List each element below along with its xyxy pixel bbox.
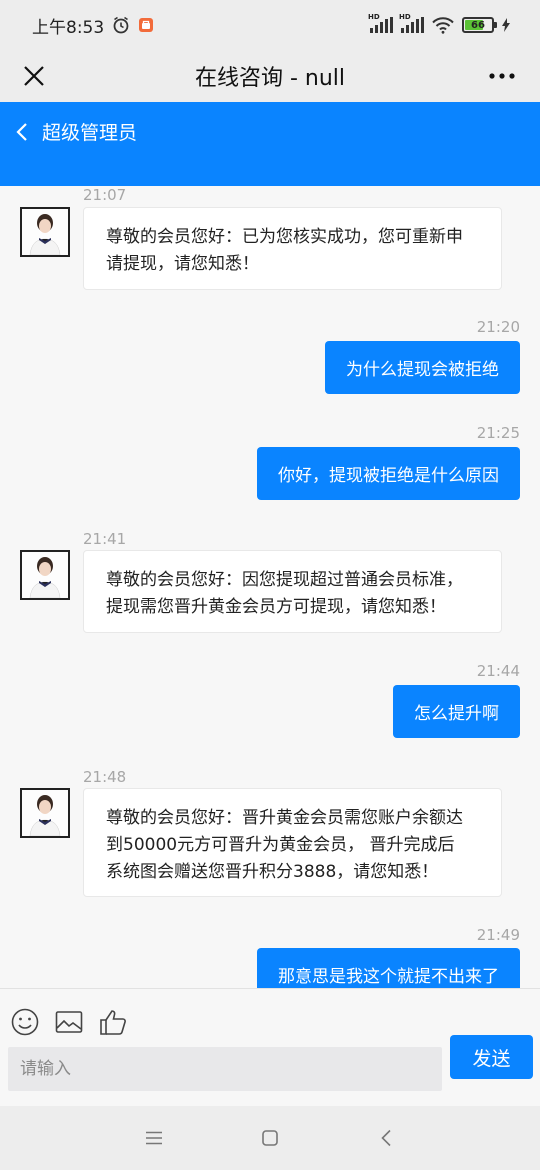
message-line: 系统图会赠送您晋升积分3888，请您知悉！ xyxy=(106,862,439,882)
message-time: 21:44 xyxy=(476,662,520,680)
alarm-icon xyxy=(113,16,129,34)
battery-level: 66 xyxy=(471,19,485,31)
signal-icon-1: HD xyxy=(368,13,393,33)
agent-name: 超级管理员 xyxy=(42,122,138,144)
emoji-icon[interactable] xyxy=(10,1007,40,1037)
menu-icon xyxy=(146,1131,162,1145)
message-time: 21:49 xyxy=(476,926,520,944)
chat-area[interactable]: 21:07 尊敬的会员您好：已为您核实成功，您可重新申 请提现，请您知悉！ 21… xyxy=(0,186,540,988)
outgoing-message: 那意思是我这个就提不出来了 xyxy=(257,948,520,988)
outgoing-message: 为什么提现会被拒绝 xyxy=(325,341,520,394)
status-bar: 上午8:53 HD HD 66 xyxy=(0,0,540,50)
message-line: 尊敬的会员您好：已为您核实成功，您可重新申 xyxy=(106,227,463,247)
outgoing-message: 怎么提升啊 xyxy=(393,685,520,738)
back-button[interactable]: 超级管理员 xyxy=(16,118,137,145)
incoming-message: 尊敬的会员您好：已为您核实成功，您可重新申 请提现，请您知悉！ xyxy=(83,207,502,290)
input-bar: 发送 xyxy=(0,988,540,1106)
wifi-icon xyxy=(432,16,454,34)
back-arrow-icon xyxy=(381,1129,391,1147)
message-time: 21:20 xyxy=(476,318,520,336)
message-line: 尊敬的会员您好：因您提现超过普通会员标准， xyxy=(106,570,463,590)
chat-header: 超级管理员 xyxy=(0,102,540,186)
message-line: 到50000元方可晋升为黄金会员， 晋升完成后 xyxy=(106,835,455,855)
close-icon xyxy=(24,66,44,86)
signal-icon-2: HD xyxy=(399,13,424,33)
title-bar: 在线咨询 - null xyxy=(0,50,540,102)
image-icon[interactable] xyxy=(54,1007,84,1037)
message-time: 21:07 xyxy=(83,186,127,204)
incoming-message: 尊敬的会员您好：因您提现超过普通会员标准， 提现需您晋升黄金会员方可提现，请您知… xyxy=(83,550,502,633)
outgoing-message: 你好，提现被拒绝是什么原因 xyxy=(257,447,520,500)
thumbs-up-icon[interactable] xyxy=(98,1007,128,1037)
home-square-icon xyxy=(262,1130,278,1146)
battery-icon: 66 xyxy=(462,17,497,33)
more-icon xyxy=(489,73,515,79)
message-input[interactable] xyxy=(8,1047,442,1091)
message-time: 21:41 xyxy=(83,530,127,548)
page-title: 在线咨询 - null xyxy=(194,66,346,91)
back-nav-button[interactable] xyxy=(374,1126,398,1150)
system-nav-bar xyxy=(0,1106,540,1170)
close-button[interactable] xyxy=(14,56,54,96)
message-time: 21:48 xyxy=(83,768,127,786)
status-time: 上午8:53 xyxy=(32,17,105,38)
message-time: 21:25 xyxy=(476,424,520,442)
agent-avatar xyxy=(20,788,70,838)
agent-avatar xyxy=(20,207,70,257)
chevron-left-icon xyxy=(16,122,27,141)
message-line: 提现需您晋升黄金会员方可提现，请您知悉！ xyxy=(106,597,446,617)
incoming-message: 尊敬的会员您好：晋升黄金会员需您账户余额达 到50000元方可晋升为黄金会员， … xyxy=(83,788,502,897)
send-button[interactable]: 发送 xyxy=(450,1035,533,1079)
more-button[interactable] xyxy=(482,56,522,96)
app-notification-icon xyxy=(139,18,154,32)
message-line: 请提现，请您知悉！ xyxy=(106,254,259,274)
message-line: 尊敬的会员您好：晋升黄金会员需您账户余额达 xyxy=(106,808,463,828)
charging-icon xyxy=(502,18,510,32)
agent-avatar xyxy=(20,550,70,600)
home-nav-button[interactable] xyxy=(258,1126,282,1150)
menu-nav-button[interactable] xyxy=(142,1126,166,1150)
